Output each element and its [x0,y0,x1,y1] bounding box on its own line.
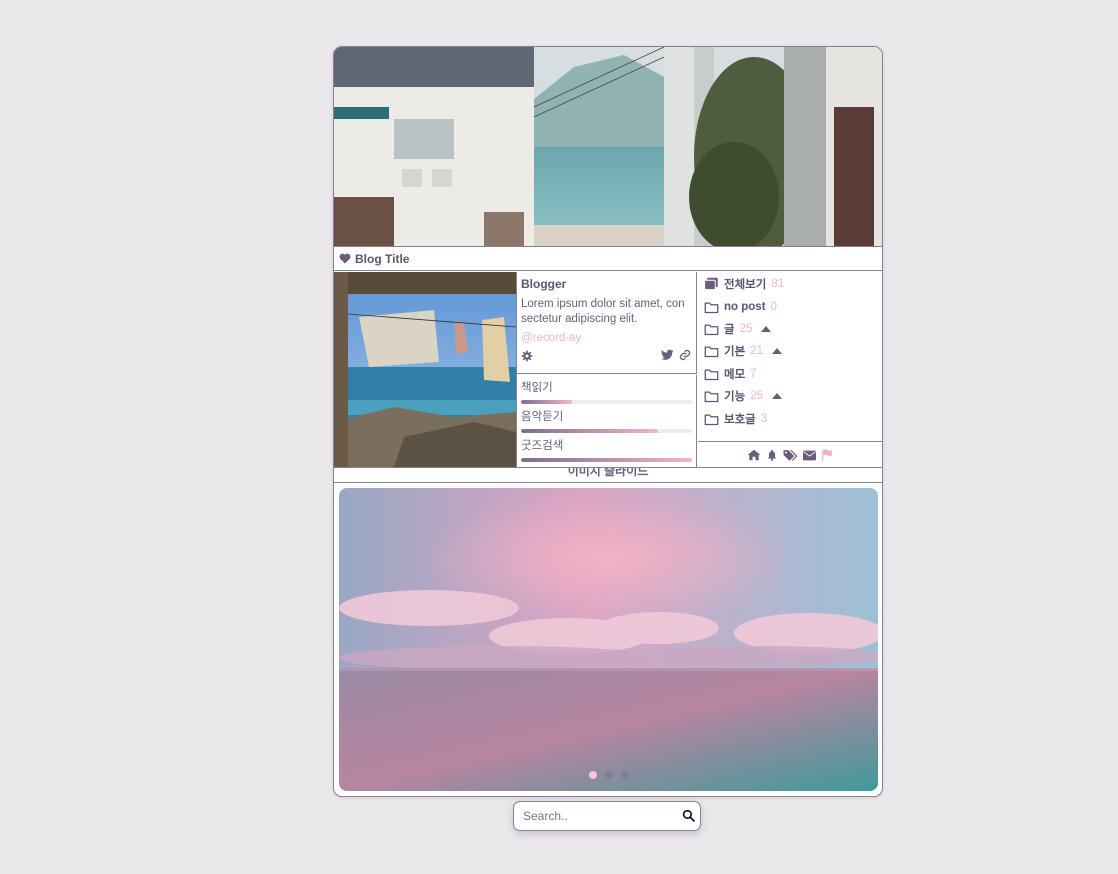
folder-icon [704,302,719,313]
search-box [513,801,701,831]
folder-icon [704,346,719,357]
search-input[interactable] [523,808,673,824]
folder-icon [704,391,719,402]
progress-item: 음악듣기 [521,404,692,433]
category-item[interactable]: 글 25 [704,320,772,338]
link-icon[interactable] [678,349,692,361]
slider-dots [339,771,878,779]
blog-title[interactable]: Blog Title [355,252,409,266]
progress-label: 굿즈검색 [521,440,564,452]
blogger-description: Lorem ipsum dolor sit amet, con sectetur … [521,298,685,325]
progress-fill [521,429,658,433]
caret-up-icon[interactable] [771,393,782,399]
flag-icon[interactable] [821,449,833,461]
progress-item: 굿즈검색 [521,433,692,462]
bell-icon[interactable] [766,449,778,461]
header-image [334,47,882,246]
folder-icon [704,414,719,425]
category-item[interactable]: 기본 21 [704,342,782,360]
slider-dot[interactable] [588,771,597,779]
folder-icon [704,369,719,380]
folder-icon [704,324,719,335]
progress-track [521,400,692,404]
profile-info: Blogger Lorem ipsum dolor sit amet, con s… [517,272,697,374]
progress-fill [521,400,573,404]
category-list: 전체보기 81 no post 0 글 25 기본 21 메모 7 기능 25 … [698,272,882,442]
category-item[interactable]: 기능 25 [704,387,782,405]
nav-icon-row [698,443,882,467]
progress-track [521,429,692,433]
slide-image [339,488,878,791]
blog-title-bar[interactable]: Blog Title [334,246,882,271]
progress-label: 음악듣기 [521,411,564,423]
progress-item: 책읽기 [521,375,692,404]
slider-label: 이미지 슬라이드 [334,467,882,483]
category-item-all[interactable]: 전체보기 81 [704,275,784,293]
profile-image [334,272,517,467]
stack-icon [704,277,718,291]
blog-card: Blog Title Blogger Lorem ipsum dolor sit… [333,46,883,797]
image-slider[interactable] [339,488,878,791]
home-icon[interactable] [747,449,761,461]
heart-icon [339,253,351,264]
caret-up-icon[interactable] [771,348,782,354]
category-item[interactable]: no post 0 [704,298,777,316]
profile-icon-row [521,349,692,365]
progress-label: 책읽기 [521,382,553,394]
interest-progress-list: 책읽기 음악듣기 굿즈검색 [517,375,697,467]
gear-icon[interactable] [521,349,533,367]
blogger-handle[interactable]: @record-ay [521,332,692,344]
slider-dot[interactable] [620,771,629,779]
envelope-icon[interactable] [803,450,816,461]
twitter-icon[interactable] [661,349,674,361]
caret-up-icon[interactable] [761,326,772,332]
tags-icon[interactable] [783,449,798,461]
category-item[interactable]: 보호글 3 [704,410,767,428]
progress-fill [521,458,692,462]
blogger-name: Blogger [521,277,567,291]
search-icon[interactable] [682,809,695,822]
slider-dot[interactable] [604,771,613,779]
progress-track [521,458,692,462]
category-item[interactable]: 메모 7 [704,365,757,383]
